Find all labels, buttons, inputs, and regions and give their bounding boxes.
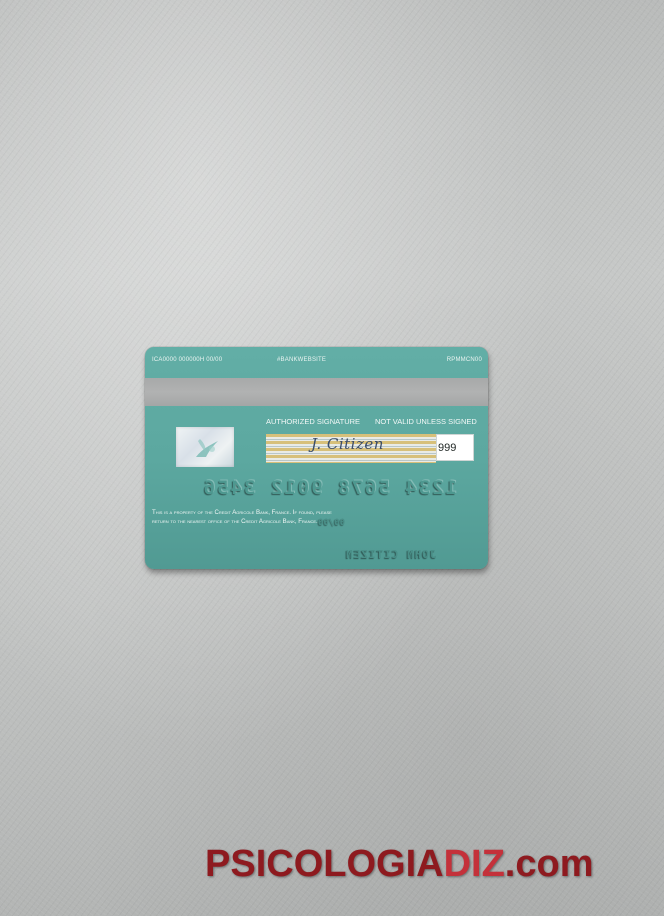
cvv-code: 999 [438, 442, 457, 454]
cvv-box: 999 [436, 434, 474, 461]
card-code-right: RPMMCN00 [446, 357, 482, 363]
watermark-part3: .com [504, 843, 594, 885]
photo-background: { "card": { "top_codes": { "left": "ICA0… [0, 0, 664, 916]
magnetic-stripe [145, 378, 488, 406]
card-code-left: ICA0000 000000H 00/00 [152, 357, 223, 363]
not-valid-label: NOT VALID UNLESS SIGNED [375, 417, 477, 426]
embossed-expiry: 00/00 [318, 518, 346, 528]
signature-labels: AUTHORIZED SIGNATURE NOT VALID UNLESS SI… [145, 417, 488, 427]
property-notice-line1: This is a property of the Credit Agricol… [152, 509, 332, 516]
authorized-signature-label: AUTHORIZED SIGNATURE [266, 417, 361, 426]
property-notice-line2: return to the nearest office of the Cred… [152, 518, 318, 525]
bank-card-back: ICA0000 000000H 00/00 #BANKWEBSITE RPMMC… [145, 347, 488, 569]
watermark-part1: PSICOLOGIA [205, 843, 444, 885]
property-notice: This is a property of the Credit Agricol… [152, 508, 452, 526]
hologram-icon [176, 427, 234, 467]
embossed-cardholder-name: JOHN CITIZEN [345, 548, 437, 561]
card-code-website: #BANKWEBSITE [277, 357, 327, 363]
embossed-card-number: 1234 5678 9012 3456 [201, 477, 457, 499]
watermark-part2: DIZ [443, 843, 505, 885]
watermark-logo: PSICOLOGIADIZ.com [205, 843, 594, 886]
card-top-codes: ICA0000 000000H 00/00 #BANKWEBSITE RPMMC… [145, 357, 488, 367]
signature-text: J. Citizen [311, 435, 384, 453]
